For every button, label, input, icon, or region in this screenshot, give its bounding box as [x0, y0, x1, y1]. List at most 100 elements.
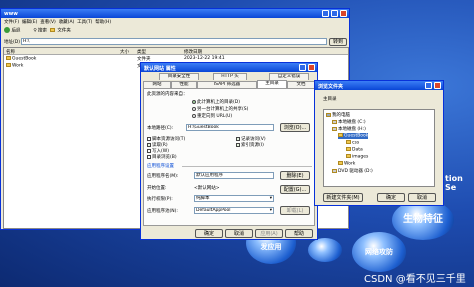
tree-item-drive-c[interactable]: 本地磁盘 (C:) — [332, 119, 366, 125]
properties-dialog: 默认网站 属性 目录安全性 HTTP 头 自定义错误 网站 性能 ISAPI 筛… — [140, 62, 318, 240]
tree-item-work[interactable]: Work — [338, 161, 355, 167]
folder-tree: 我的电脑 本地磁盘 (C:) 本地磁盘 (H:) GuestBook css D… — [323, 109, 435, 187]
apply-button[interactable]: 应用(A) — [255, 229, 283, 238]
menu-bar: 文件(F) 编辑(E) 查看(V) 收藏(A) 工具(T) 帮助(H) — [4, 19, 111, 25]
app-pool-select[interactable]: DefaultAppPool ▾ — [194, 207, 274, 214]
exec-perm-select[interactable]: 纯脚本 ▾ — [194, 195, 274, 202]
properties-close-button[interactable] — [308, 64, 315, 71]
tree-label: Work — [344, 161, 356, 167]
browse-help-button[interactable] — [425, 82, 432, 89]
close-button[interactable] — [340, 10, 347, 17]
cancel-button[interactable]: 取消 — [225, 229, 253, 238]
folder-icon — [346, 147, 351, 151]
local-path-field[interactable]: H:\GuestBook — [186, 124, 274, 131]
tab-directory-security[interactable]: 目录安全性 — [159, 73, 199, 80]
tab-custom-errors[interactable]: 自定义错误 — [269, 73, 309, 80]
back-icon — [4, 27, 10, 33]
folders-button[interactable]: 文件夹 — [57, 29, 71, 34]
col-type[interactable]: 类型 — [137, 49, 146, 55]
help-button[interactable]: 帮助 — [285, 229, 313, 238]
maximize-button[interactable] — [331, 10, 338, 17]
desktop-orb-biometrics[interactable]: 生物特征 — [392, 200, 454, 240]
watermark: CSDN @看不见三千里 — [364, 274, 466, 285]
remove-button[interactable]: 删除(E) — [280, 171, 310, 180]
tab-isapi[interactable]: ISAPI 筛选器 — [197, 81, 257, 88]
browse-titlebar[interactable]: 浏览文件夹 — [315, 81, 443, 90]
row-name-text: Work — [12, 63, 24, 69]
address-field[interactable]: H:\ — [21, 38, 327, 45]
explorer-titlebar[interactable]: www — [1, 9, 349, 18]
menu-tools[interactable]: 工具(T) — [77, 20, 92, 25]
check-index[interactable]: 索引资源(I) — [236, 142, 264, 148]
tree-item-my-computer[interactable]: 我的电脑 — [326, 112, 350, 118]
unload-button[interactable]: 卸载(L) — [280, 206, 310, 215]
browse-button[interactable]: 浏览(O)... — [280, 123, 310, 132]
minimize-button[interactable] — [322, 10, 329, 17]
folder-icon — [346, 154, 351, 158]
search-icon: ⚲ — [33, 28, 37, 34]
desktop-brand-text: tion Se — [445, 174, 463, 192]
col-name[interactable]: 名称 — [6, 49, 15, 55]
menu-file[interactable]: 文件(F) — [4, 20, 19, 25]
chevron-down-icon: ▾ — [269, 208, 272, 213]
back-button[interactable]: 后退 — [11, 29, 20, 34]
config-button[interactable]: 配置(G)... — [280, 185, 310, 194]
tree-item-guestbook[interactable]: GuestBook — [338, 133, 369, 139]
tree-label: Data — [352, 147, 363, 153]
row-name: GuestBook — [6, 56, 36, 62]
folders-icon — [49, 28, 55, 32]
go-button[interactable]: 转到 — [329, 38, 347, 46]
radio-local-dir[interactable]: 此计算机上的目录(D) — [192, 99, 240, 105]
app-settings-label: 应用程序设置 — [147, 164, 174, 169]
browse-folder-dialog: 浏览文件夹 主目录 我的电脑 本地磁盘 (C:) 本地磁盘 (H:) Guest… — [314, 80, 444, 206]
browse-close-button[interactable] — [434, 82, 441, 89]
tab-documents[interactable]: 文档 — [287, 81, 315, 88]
col-date[interactable]: 修改日期 — [184, 49, 202, 55]
col-size[interactable]: 大小 — [120, 49, 129, 55]
tab-performance[interactable]: 性能 — [171, 81, 197, 88]
check-dir-browse-label: 目录浏览(B) — [152, 155, 177, 160]
folder-icon — [6, 63, 11, 67]
folder-icon — [346, 140, 351, 144]
tree-label: GuestBook — [344, 133, 369, 139]
exec-perm-value: 纯脚本 — [196, 196, 210, 201]
app-name-field[interactable]: 默认应用程序 — [194, 172, 274, 179]
divider — [182, 166, 312, 167]
new-folder-button[interactable]: 新建文件夹(M) — [323, 193, 363, 202]
search-button[interactable]: 搜索 — [38, 29, 47, 34]
explorer-title: www — [4, 11, 18, 17]
tree-item-css[interactable]: css — [346, 140, 359, 146]
tab-home-directory[interactable]: 主目录 — [257, 80, 287, 88]
ok-button[interactable]: 确定 — [195, 229, 223, 238]
tree-item-drive-h[interactable]: 本地磁盘 (H:) — [332, 126, 366, 132]
folder-icon — [338, 161, 343, 165]
radio-share[interactable]: 另一台计算机上的共享(S) — [192, 106, 248, 112]
browse-cancel-button[interactable]: 取消 — [408, 193, 436, 202]
properties-titlebar[interactable]: 默认网站 属性 — [141, 63, 317, 72]
tab-http-headers[interactable]: HTTP 头 — [213, 73, 247, 80]
source-label: 此资源的内容来自： — [147, 92, 188, 97]
desktop-orb-small[interactable] — [308, 238, 342, 262]
properties-help-button[interactable] — [299, 64, 306, 71]
tree-item-images[interactable]: images — [346, 154, 368, 160]
desktop-orb-network[interactable]: 网络攻防 — [352, 232, 406, 272]
start-point-value: <默认网站> — [194, 186, 220, 191]
menu-help[interactable]: 帮助(H) — [95, 20, 111, 25]
tab-website[interactable]: 网站 — [143, 81, 171, 88]
tree-item-data[interactable]: Data — [346, 147, 363, 153]
tree-label: images — [352, 154, 369, 160]
radio-local-dir-label: 此计算机上的目录(D) — [197, 100, 240, 105]
tree-item-dvd[interactable]: DVD 驱动器 (D:) — [332, 168, 373, 174]
checkbox — [147, 154, 151, 159]
menu-edit[interactable]: 编辑(E) — [22, 20, 37, 25]
radio-redirect[interactable]: 重定向到 URL(U) — [192, 113, 232, 119]
browse-ok-button[interactable]: 确定 — [377, 193, 405, 202]
address-label: 地址(D) — [4, 40, 20, 45]
menu-favorites[interactable]: 收藏(A) — [59, 20, 75, 25]
tab-panel: 此资源的内容来自： 此计算机上的目录(D) 另一台计算机上的共享(S) 重定向到… — [143, 88, 315, 226]
check-dir-browse[interactable]: 目录浏览(B) — [147, 154, 177, 160]
menu-view[interactable]: 查看(V) — [40, 20, 56, 25]
tree-label: css — [352, 140, 360, 146]
local-path-label: 本地路径(C): — [147, 126, 174, 131]
toolbar: 后退 ⚲ 搜索 文件夹 — [4, 27, 71, 34]
